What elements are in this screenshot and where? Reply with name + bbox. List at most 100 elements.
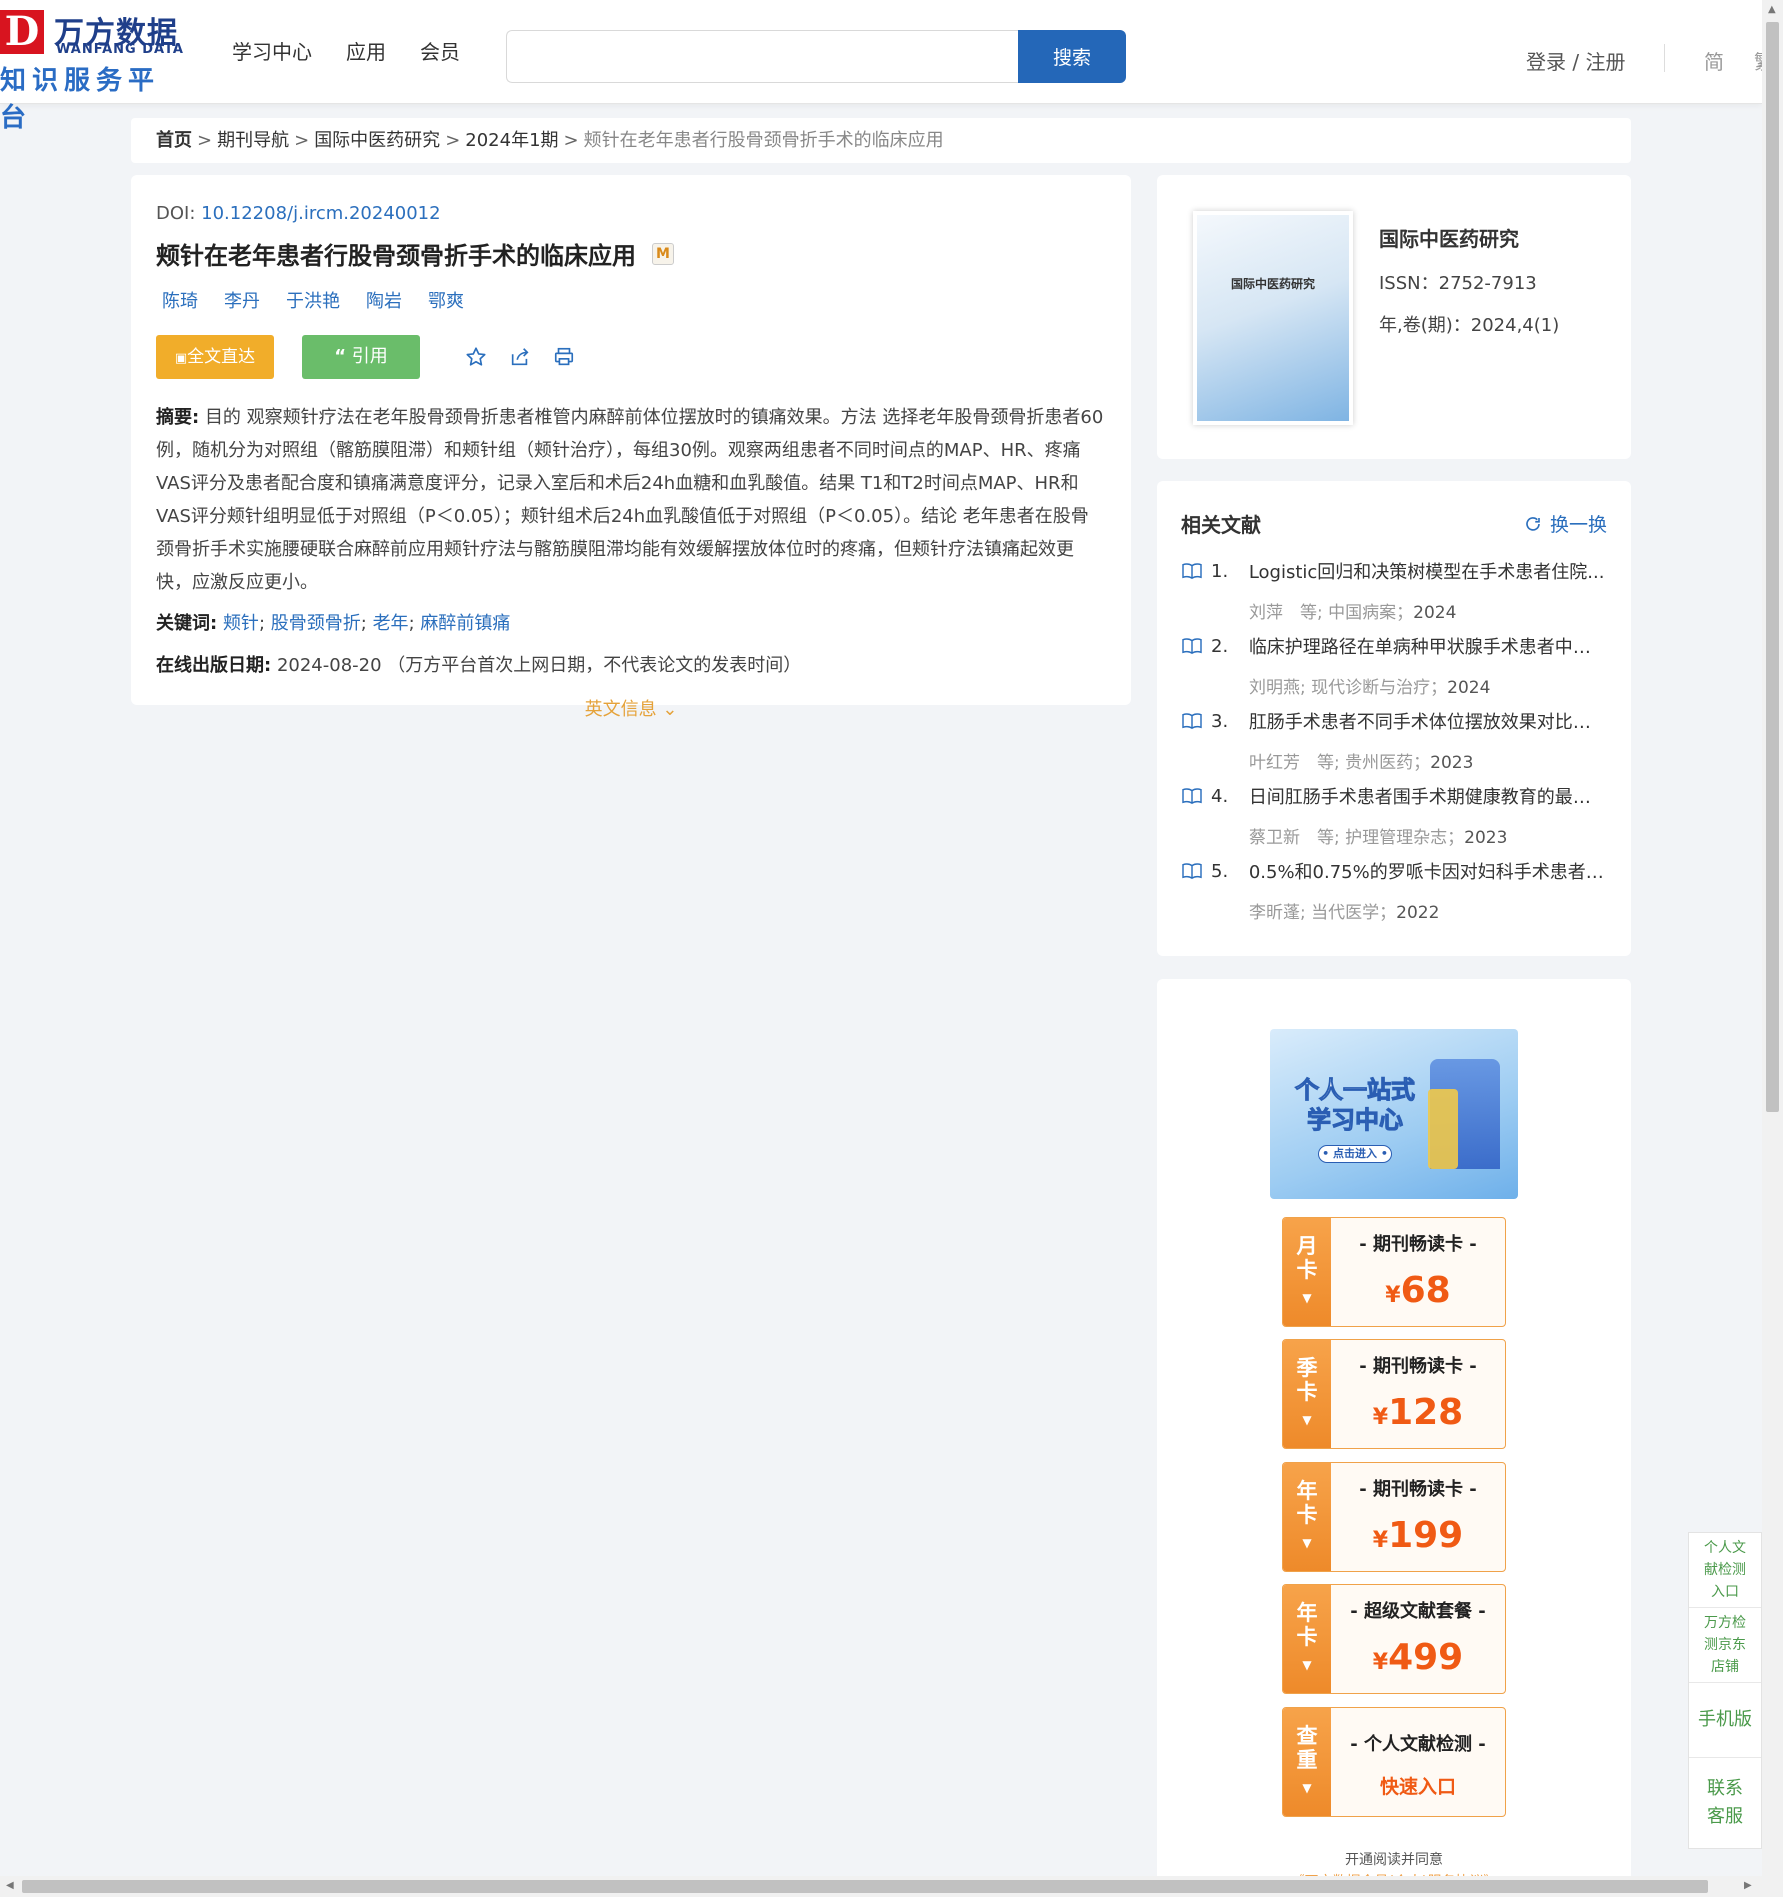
list-item: 2. 临床护理路径在单病种甲状腺手术患者中的... 刘明燕; 现代诊断与治疗；20… xyxy=(1181,633,1607,708)
card-name: - 期刊畅读卡 - xyxy=(1359,1479,1477,1500)
article-title: 颊针在老年患者行股骨颈骨折手术的临床应用 xyxy=(156,242,636,270)
share-icon[interactable] xyxy=(508,345,532,369)
banner-enter-button[interactable]: • 点击进入 • xyxy=(1318,1145,1392,1163)
refresh-icon xyxy=(1526,516,1540,531)
card-price: ¥199 xyxy=(1372,1515,1464,1556)
side-personal-check[interactable]: 个人文献检测入口 xyxy=(1689,1533,1761,1608)
card-tab: 年卡 ▼ xyxy=(1283,1463,1331,1571)
related-title-link[interactable]: 临床护理路径在单病种甲状腺手术患者中的... xyxy=(1249,633,1607,659)
related-title-link[interactable]: 0.5%和0.75%的罗哌卡因对妇科手术患者的... xyxy=(1249,858,1607,884)
double-chevron-down-icon: ▼ xyxy=(1302,1413,1312,1427)
scroll-up-icon[interactable]: ▲ xyxy=(1768,4,1776,15)
cite-button[interactable]: “ 引用 xyxy=(302,335,420,379)
related-list: 1. Logistic回归和决策树模型在手术患者住院... 刘萍 等; 中国病案；… xyxy=(1181,558,1607,933)
author-link[interactable]: 李丹 xyxy=(224,287,260,313)
book-icon xyxy=(1181,562,1203,580)
card-price: ¥499 xyxy=(1372,1637,1464,1678)
horizontal-scroll-thumb[interactable] xyxy=(22,1880,1708,1893)
nav-learning-center[interactable]: 学习中心 xyxy=(232,36,312,65)
journal-name[interactable]: 国际中医药研究 xyxy=(1379,223,1519,252)
doi-line: DOI: 10.12208/j.ircm.20240012 xyxy=(156,203,1106,224)
scroll-right-icon[interactable]: ▶ xyxy=(1744,1880,1752,1891)
book-icon xyxy=(1181,637,1203,655)
keyword-link[interactable]: 颊针 xyxy=(223,613,259,634)
nav-membership[interactable]: 会员 xyxy=(420,36,460,65)
year-card[interactable]: 年卡 ▼ - 期刊畅读卡 - ¥199 xyxy=(1282,1462,1506,1572)
keyword-link[interactable]: 麻醉前镇痛 xyxy=(420,613,510,634)
banner-figure-icon xyxy=(1428,1089,1458,1169)
doi-link[interactable]: 10.12208/j.ircm.20240012 xyxy=(201,203,440,224)
top-header: D 万方数据 WANFANG DATA 知识服务平台 学习中心 应用 会员 搜索… xyxy=(0,0,1762,133)
month-card[interactable]: 月卡 ▼ - 期刊畅读卡 - ¥68 xyxy=(1282,1217,1506,1327)
related-title: 相关文献 xyxy=(1181,513,1261,537)
related-title-link[interactable]: 肛肠手术患者不同手术体位摆放效果对比分析 xyxy=(1249,708,1607,734)
breadcrumb-journal[interactable]: 国际中医药研究 xyxy=(314,130,440,151)
quick-entry: 快速入口 xyxy=(1379,1776,1456,1798)
abstract-text: 目的 观察颊针疗法在老年股骨颈骨折患者椎管内麻醉前体位摆放时的镇痛效果。方法 选… xyxy=(156,407,1104,593)
author-link[interactable]: 陶岩 xyxy=(366,287,402,313)
double-chevron-down-icon: ▼ xyxy=(1302,1658,1312,1672)
lang-simplified[interactable]: 简 xyxy=(1704,46,1724,75)
m-badge-icon[interactable]: M xyxy=(652,242,674,265)
double-chevron-down-icon: ▼ xyxy=(1302,1536,1312,1550)
lang-traditional[interactable]: 繁 xyxy=(1754,46,1762,75)
side-contact[interactable]: 联系客服 xyxy=(1689,1758,1761,1848)
author-link[interactable]: 陈琦 xyxy=(162,287,198,313)
pubdate-label: 在线出版日期: xyxy=(156,655,272,676)
card-price: ¥128 xyxy=(1372,1392,1464,1433)
search-button[interactable]: 搜索 xyxy=(1018,30,1126,83)
favorite-star-icon[interactable] xyxy=(464,345,488,369)
wanfang-logo[interactable]: D 万方数据 WANFANG DATA 知识服务平台 xyxy=(0,8,190,133)
chevron-down-icon: ⌄ xyxy=(662,699,678,720)
search-input[interactable] xyxy=(506,30,1018,83)
double-chevron-down-icon: ▼ xyxy=(1302,1781,1312,1795)
keyword-link[interactable]: 股骨颈骨折 xyxy=(271,613,361,634)
author-link[interactable]: 鄂爽 xyxy=(428,287,464,313)
breadcrumb-journals[interactable]: 期刊导航 xyxy=(217,130,289,151)
vertical-scrollbar[interactable]: ▲ xyxy=(1762,0,1783,1897)
journal-cover[interactable]: 国际中医药研究 xyxy=(1193,211,1353,425)
nav-apps[interactable]: 应用 xyxy=(346,36,386,65)
horizontal-scrollbar[interactable]: ◀ ▶ xyxy=(0,1876,1762,1897)
logo-text-en: WANFANG DATA xyxy=(56,42,184,57)
related-title-link[interactable]: 日间肛肠手术患者围手术期健康教育的最佳... xyxy=(1249,783,1607,809)
quarter-card[interactable]: 季卡 ▼ - 期刊畅读卡 - ¥128 xyxy=(1282,1339,1506,1449)
list-item: 5. 0.5%和0.75%的罗哌卡因对妇科手术患者的... 李昕蓬; 当代医学；2… xyxy=(1181,858,1607,933)
full-text-button[interactable]: ▣全文直达 xyxy=(156,335,274,379)
abstract-label: 摘要: xyxy=(156,407,200,428)
pubdate-note: （万方平台首次上网日期，不代表论文的发表时间） xyxy=(387,655,802,676)
super-package-card[interactable]: 年卡 ▼ - 超级文献套餐 - ¥499 xyxy=(1282,1584,1506,1694)
card-name: - 期刊畅读卡 - xyxy=(1359,1356,1477,1377)
related-literature: 相关文献 换一换 1. Logistic回归和决策树模型在手术患者住院... 刘萍… xyxy=(1157,481,1631,956)
card-price: ¥68 xyxy=(1385,1270,1451,1311)
side-jd-store[interactable]: 万方检测京东店铺 xyxy=(1689,1608,1761,1683)
breadcrumb-issue[interactable]: 2024年1期 xyxy=(465,130,558,151)
journal-issn: ISSN：2752-7913 xyxy=(1379,273,1537,294)
keywords-label: 关键词: xyxy=(156,613,218,634)
card-name: - 期刊畅读卡 - xyxy=(1359,1234,1477,1255)
print-icon[interactable] xyxy=(552,345,576,369)
search-bar: 搜索 xyxy=(506,30,1126,83)
breadcrumb: 首页 > 期刊导航 > 国际中医药研究 >2024年1期 > 颊针在老年患者行股骨颈骨折手术的… xyxy=(131,118,1631,163)
author-list: 陈琦 李丹 于洪艳 陶岩 鄂爽 xyxy=(156,287,1106,313)
related-title-link[interactable]: Logistic回归和决策树模型在手术患者住院... xyxy=(1249,558,1607,584)
plagiarism-check-card[interactable]: 查重 ▼ - 个人文献检测 - 快速入口 xyxy=(1282,1707,1506,1817)
abstract: 摘要: 目的 观察颊针疗法在老年股骨颈骨折患者椎管内麻醉前体位摆放时的镇痛效果。… xyxy=(156,401,1106,599)
refresh-button[interactable]: 换一换 xyxy=(1524,510,1607,537)
card-name: - 个人文献检测 - xyxy=(1350,1734,1486,1755)
main-nav: 学习中心 应用 会员 xyxy=(232,36,460,65)
author-link[interactable]: 于洪艳 xyxy=(286,287,340,313)
english-info-toggle[interactable]: 英文信息 ⌄ xyxy=(156,695,1106,721)
card-tab: 季卡 ▼ xyxy=(1283,1340,1331,1448)
side-mobile[interactable]: 手机版 xyxy=(1689,1683,1761,1758)
breadcrumb-home[interactable]: 首页 xyxy=(156,130,192,151)
doi-label: DOI: xyxy=(156,203,196,224)
vertical-scroll-thumb[interactable] xyxy=(1766,22,1779,1112)
keyword-link[interactable]: 老年 xyxy=(373,613,409,634)
login-register-link[interactable]: 登录 / 注册 xyxy=(1526,46,1625,75)
double-chevron-down-icon: ▼ xyxy=(1302,1291,1312,1305)
pubdate-value: 2024-08-20 xyxy=(276,655,382,676)
learning-center-banner[interactable]: 个人一站式 学习中心 • 点击进入 • xyxy=(1270,1029,1518,1199)
banner-text: 个人一站式 学习中心 xyxy=(1295,1076,1416,1135)
scroll-left-icon[interactable]: ◀ xyxy=(6,1880,14,1891)
